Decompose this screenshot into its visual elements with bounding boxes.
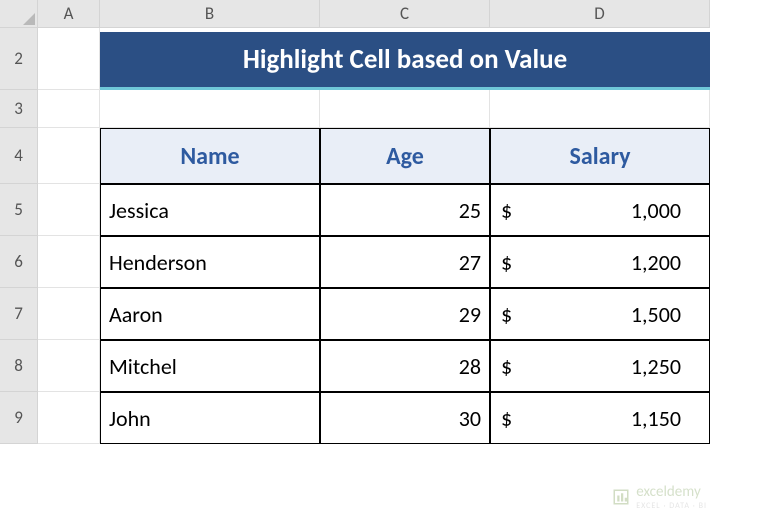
- cell-a7[interactable]: [38, 288, 100, 340]
- row-header-4[interactable]: 4: [0, 128, 38, 184]
- cell-d3[interactable]: [490, 90, 710, 128]
- currency-symbol: $: [501, 197, 512, 224]
- row-header-7[interactable]: 7: [0, 288, 38, 340]
- col-header-c[interactable]: C: [320, 0, 490, 28]
- cell-a4[interactable]: [38, 128, 100, 184]
- cell-b3[interactable]: [100, 90, 320, 128]
- cell-a6[interactable]: [38, 236, 100, 288]
- cell-age-3[interactable]: 28: [320, 340, 490, 392]
- row-header-3[interactable]: 3: [0, 90, 38, 128]
- cell-age-0[interactable]: 25: [320, 184, 490, 236]
- table-header-salary[interactable]: Salary: [490, 128, 710, 184]
- cell-salary-3[interactable]: $ 1,250: [490, 340, 710, 392]
- salary-value: 1,150: [631, 405, 681, 432]
- watermark-icon: [612, 488, 630, 506]
- cell-salary-1[interactable]: $ 1,200: [490, 236, 710, 288]
- salary-value: 1,000: [631, 197, 681, 224]
- watermark: exceldemy EXCEL · DATA · BI: [612, 483, 707, 511]
- cell-salary-0[interactable]: $ 1,000: [490, 184, 710, 236]
- row-header-9[interactable]: 9: [0, 392, 38, 444]
- cell-salary-2[interactable]: $ 1,500: [490, 288, 710, 340]
- cell-name-3[interactable]: Mitchel: [100, 340, 320, 392]
- spreadsheet-grid: A B C D 2 Highlight Cell based on Value …: [0, 0, 767, 444]
- cell-name-2[interactable]: Aaron: [100, 288, 320, 340]
- watermark-sub: EXCEL · DATA · BI: [636, 501, 707, 511]
- cell-name-1[interactable]: Henderson: [100, 236, 320, 288]
- watermark-text: exceldemy: [636, 483, 707, 501]
- row-header-5[interactable]: 5: [0, 184, 38, 236]
- col-header-d[interactable]: D: [490, 0, 710, 28]
- currency-symbol: $: [501, 405, 512, 432]
- page-title: Highlight Cell based on Value: [100, 32, 710, 90]
- salary-value: 1,200: [631, 249, 681, 276]
- table-header-name[interactable]: Name: [100, 128, 320, 184]
- cell-age-4[interactable]: 30: [320, 392, 490, 444]
- cell-age-2[interactable]: 29: [320, 288, 490, 340]
- cell-a9[interactable]: [38, 392, 100, 444]
- cell-c3[interactable]: [320, 90, 490, 128]
- currency-symbol: $: [501, 249, 512, 276]
- cell-a5[interactable]: [38, 184, 100, 236]
- cell-age-1[interactable]: 27: [320, 236, 490, 288]
- select-all-icon: [23, 13, 35, 25]
- cell-a8[interactable]: [38, 340, 100, 392]
- row-header-2[interactable]: 2: [0, 28, 38, 90]
- select-all-corner[interactable]: [0, 0, 38, 28]
- currency-symbol: $: [501, 301, 512, 328]
- cell-name-4[interactable]: John: [100, 392, 320, 444]
- col-header-b[interactable]: B: [100, 0, 320, 28]
- cell-name-0[interactable]: Jessica: [100, 184, 320, 236]
- row-header-6[interactable]: 6: [0, 236, 38, 288]
- col-header-a[interactable]: A: [38, 0, 100, 28]
- salary-value: 1,250: [631, 353, 681, 380]
- cell-a3[interactable]: [38, 90, 100, 128]
- cell-salary-4[interactable]: $ 1,150: [490, 392, 710, 444]
- row-header-8[interactable]: 8: [0, 340, 38, 392]
- table-header-age[interactable]: Age: [320, 128, 490, 184]
- salary-value: 1,500: [631, 301, 681, 328]
- cell-a2[interactable]: [38, 28, 100, 90]
- currency-symbol: $: [501, 353, 512, 380]
